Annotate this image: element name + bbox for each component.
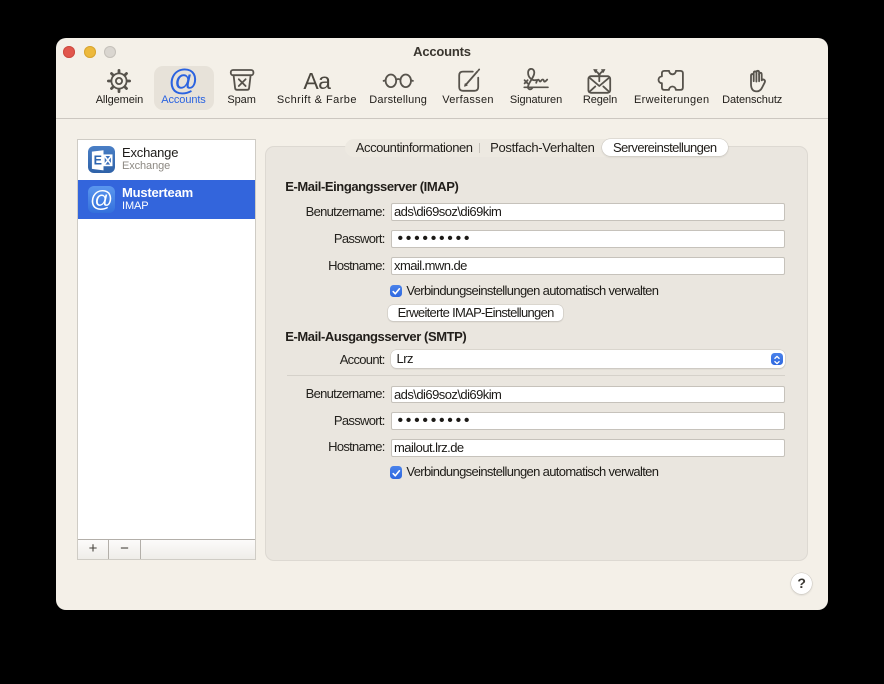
svg-text:E: E	[94, 154, 102, 168]
